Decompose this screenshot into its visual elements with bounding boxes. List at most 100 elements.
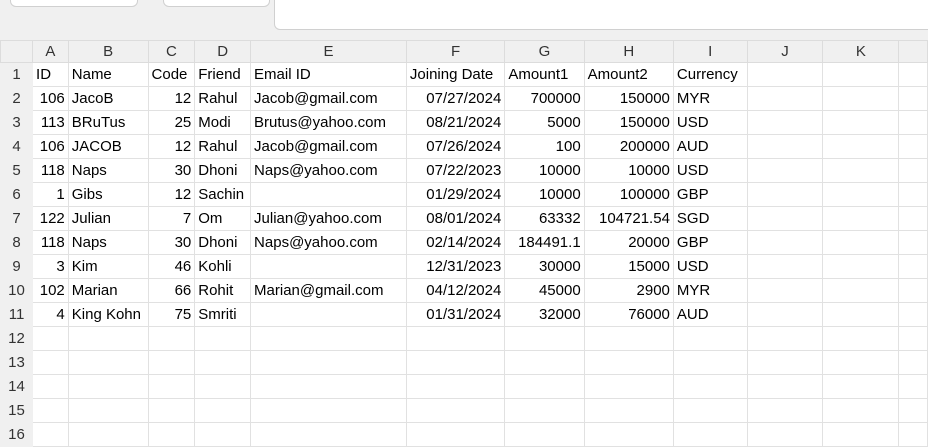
cell[interactable] <box>583 374 674 399</box>
row-header[interactable]: 15 <box>0 398 34 423</box>
cell[interactable] <box>405 422 506 447</box>
select-all-corner[interactable] <box>0 40 34 63</box>
cell[interactable]: 5000 <box>504 110 585 135</box>
cell[interactable] <box>504 326 585 351</box>
cell[interactable] <box>250 254 407 279</box>
cell[interactable] <box>746 182 824 207</box>
cell[interactable]: Naps <box>67 158 149 183</box>
cell[interactable] <box>746 110 824 135</box>
cell[interactable]: GBP <box>672 230 748 255</box>
cell[interactable]: 07/27/2024 <box>405 86 506 111</box>
cell[interactable] <box>32 374 69 399</box>
cell[interactable] <box>250 374 407 399</box>
cell[interactable]: Julian <box>67 206 149 231</box>
cell[interactable]: 25 <box>147 110 196 135</box>
cell[interactable]: AUD <box>672 302 748 327</box>
row-header[interactable]: 8 <box>0 230 34 255</box>
cell[interactable] <box>504 374 585 399</box>
column-header-G[interactable]: G <box>504 40 585 63</box>
cell[interactable] <box>898 302 928 327</box>
cell[interactable] <box>746 230 824 255</box>
cell[interactable]: USD <box>672 110 748 135</box>
cell[interactable]: Kim <box>67 254 149 279</box>
cell[interactable]: 12/31/2023 <box>405 254 506 279</box>
cell[interactable]: Marian <box>67 278 149 303</box>
row-header[interactable]: 6 <box>0 182 34 207</box>
cell[interactable]: 102 <box>32 278 69 303</box>
cell[interactable]: 32000 <box>504 302 585 327</box>
cell[interactable]: 30 <box>147 230 196 255</box>
cell[interactable]: 106 <box>32 134 69 159</box>
cell[interactable]: 2900 <box>583 278 674 303</box>
cell[interactable]: 63332 <box>504 206 585 231</box>
cell[interactable] <box>898 326 928 351</box>
cell[interactable] <box>822 374 900 399</box>
cell[interactable]: JacoB <box>67 86 149 111</box>
cell[interactable]: 106 <box>32 86 69 111</box>
cell[interactable] <box>822 422 900 447</box>
cell[interactable] <box>746 422 824 447</box>
cell[interactable]: 01/29/2024 <box>405 182 506 207</box>
cell[interactable] <box>67 350 149 375</box>
cell[interactable]: Rahul <box>194 134 252 159</box>
cell[interactable]: 08/01/2024 <box>405 206 506 231</box>
cell[interactable]: SGD <box>672 206 748 231</box>
cell[interactable] <box>822 62 900 87</box>
cell[interactable]: 4 <box>32 302 69 327</box>
row-header[interactable]: 9 <box>0 254 34 279</box>
cell[interactable] <box>32 398 69 423</box>
cell[interactable] <box>250 422 407 447</box>
cell[interactable] <box>822 206 900 231</box>
cell[interactable]: 45000 <box>504 278 585 303</box>
cell[interactable] <box>898 422 928 447</box>
cell[interactable]: BRuTus <box>67 110 149 135</box>
cell[interactable]: 01/31/2024 <box>405 302 506 327</box>
cell[interactable] <box>583 398 674 423</box>
cell[interactable] <box>898 374 928 399</box>
cell[interactable] <box>147 422 196 447</box>
row-header[interactable]: 12 <box>0 326 34 351</box>
cell[interactable]: 150000 <box>583 110 674 135</box>
cell[interactable]: Marian@gmail.com <box>250 278 407 303</box>
cell[interactable] <box>194 422 252 447</box>
cell[interactable]: Sachin <box>194 182 252 207</box>
cell[interactable]: Amount2 <box>583 62 674 87</box>
cell[interactable]: Email ID <box>250 62 407 87</box>
cell[interactable]: 07/22/2023 <box>405 158 506 183</box>
cell[interactable]: 118 <box>32 158 69 183</box>
cell[interactable]: 3 <box>32 254 69 279</box>
cell[interactable]: 700000 <box>504 86 585 111</box>
cell[interactable]: 15000 <box>583 254 674 279</box>
cell[interactable] <box>194 374 252 399</box>
cell[interactable] <box>898 254 928 279</box>
cell[interactable]: Smriti <box>194 302 252 327</box>
row-header[interactable]: 4 <box>0 134 34 159</box>
column-header-F[interactable]: F <box>405 40 506 63</box>
cell[interactable]: AUD <box>672 134 748 159</box>
row-header[interactable]: 10 <box>0 278 34 303</box>
cell[interactable]: Name <box>67 62 149 87</box>
cell[interactable]: USD <box>672 254 748 279</box>
cell[interactable]: Om <box>194 206 252 231</box>
cell[interactable] <box>898 110 928 135</box>
cell[interactable]: USD <box>672 158 748 183</box>
cell[interactable] <box>822 278 900 303</box>
cell[interactable] <box>898 86 928 111</box>
cell[interactable] <box>405 374 506 399</box>
cell[interactable] <box>822 158 900 183</box>
cell[interactable] <box>746 326 824 351</box>
cell[interactable]: 12 <box>147 182 196 207</box>
cell[interactable]: Joining Date <box>405 62 506 87</box>
cell[interactable] <box>147 326 196 351</box>
row-header[interactable]: 5 <box>0 158 34 183</box>
cell[interactable]: 113 <box>32 110 69 135</box>
cell[interactable]: ID <box>32 62 69 87</box>
cell[interactable] <box>898 134 928 159</box>
cell[interactable] <box>147 350 196 375</box>
column-header-H[interactable]: H <box>583 40 674 63</box>
cell[interactable] <box>32 422 69 447</box>
cell[interactable]: 07/26/2024 <box>405 134 506 159</box>
cell[interactable]: 12 <box>147 86 196 111</box>
cell[interactable] <box>822 230 900 255</box>
cell[interactable] <box>672 326 748 351</box>
